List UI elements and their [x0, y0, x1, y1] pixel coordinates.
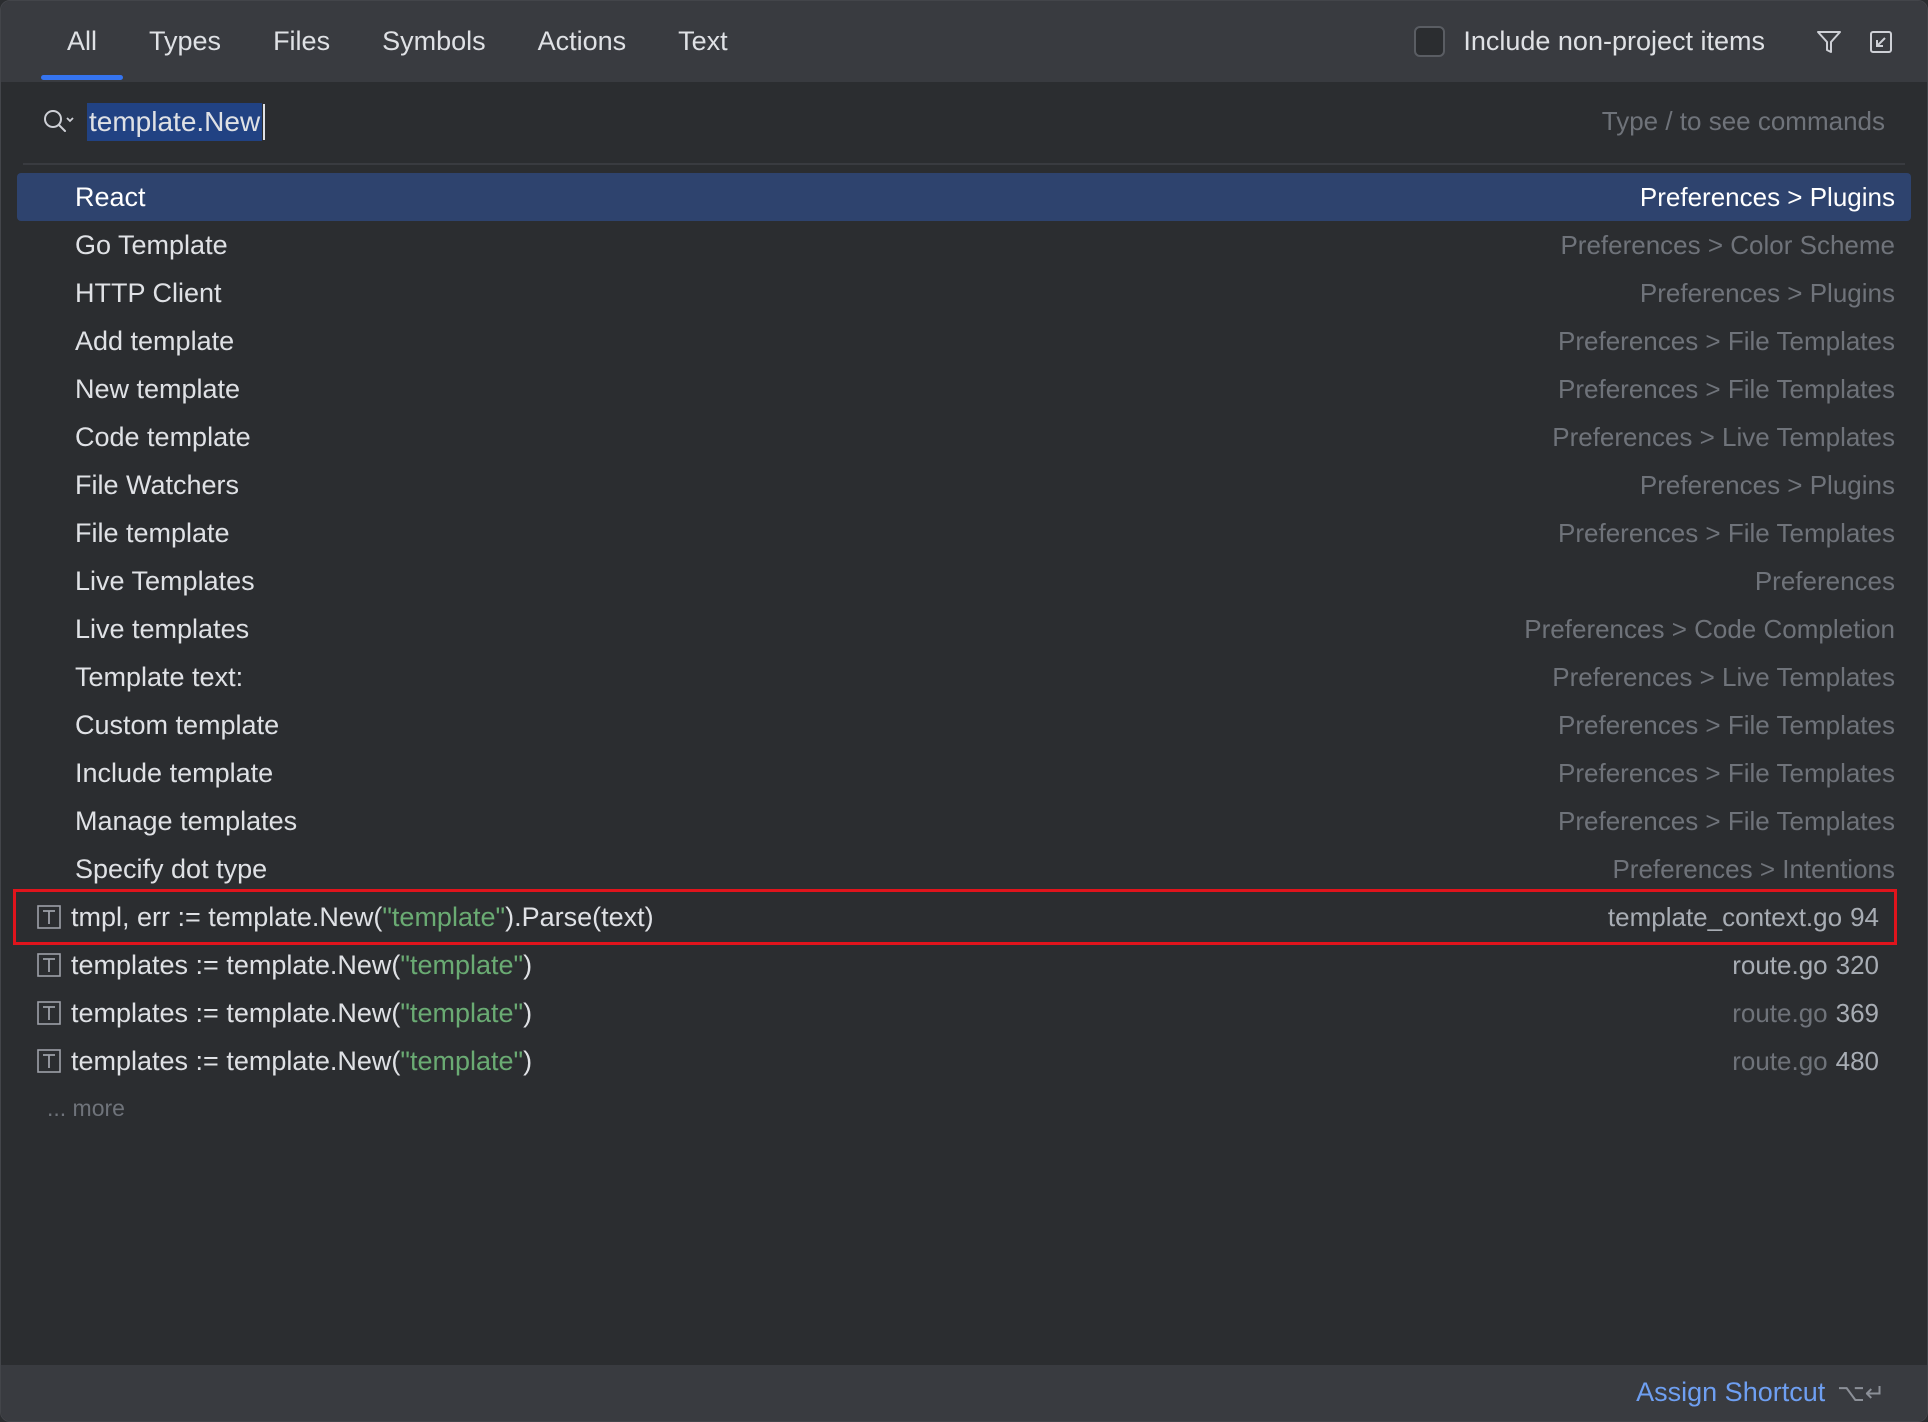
tabbar-tools: Include non-project items — [1414, 1, 1899, 82]
result-path: Preferences > Code Completion — [1524, 613, 1895, 644]
code-snippet: templates := template.New("template") — [71, 1045, 533, 1076]
result-title: File template — [75, 517, 230, 548]
file-location: route.go 320 — [1732, 949, 1879, 980]
result-row[interactable]: Live Templates Preferences — [1, 557, 1927, 605]
result-row[interactable]: Code template Preferences > Live Templat… — [1, 413, 1927, 461]
tab-text[interactable]: Text — [652, 1, 754, 82]
tab-types[interactable]: Types — [123, 1, 247, 82]
popup-footer: Assign Shortcut ⌥↵ — [1, 1365, 1927, 1421]
result-title: New template — [75, 373, 241, 404]
result-title: Custom template — [75, 709, 280, 740]
search-everywhere-popup: All Types Files Symbols Actions Text Inc… — [0, 0, 1928, 1422]
result-path: Preferences > File Templates — [1558, 325, 1895, 356]
result-path: Preferences > Plugins — [1639, 469, 1895, 500]
result-row[interactable]: Manage templates Preferences > File Temp… — [1, 797, 1927, 845]
result-path: Preferences > File Templates — [1558, 805, 1895, 836]
tab-all[interactable]: All — [41, 1, 124, 82]
search-hint: Type / to see commands — [1601, 106, 1885, 136]
text-result-row[interactable]: templates := template.New("template") ro… — [1, 941, 1927, 989]
result-row[interactable]: Template text: Preferences > Live Templa… — [1, 653, 1927, 701]
result-title: File Watchers — [75, 469, 240, 500]
result-path: Preferences > File Templates — [1558, 757, 1895, 788]
search-icon[interactable] — [41, 107, 77, 137]
tab-actions[interactable]: Actions — [512, 1, 653, 82]
result-row[interactable]: File Watchers Preferences > Plugins — [1, 461, 1927, 509]
result-row[interactable]: File template Preferences > File Templat… — [1, 509, 1927, 557]
result-path: Preferences > File Templates — [1558, 373, 1895, 404]
result-row[interactable]: Go Template Preferences > Color Scheme — [1, 221, 1927, 269]
result-title: Code template — [75, 421, 251, 452]
result-title: Go Template — [75, 229, 228, 260]
assign-shortcut-keys: ⌥↵ — [1837, 1378, 1885, 1407]
search-divider — [23, 163, 1905, 165]
result-path: Preferences > Plugins — [1639, 181, 1895, 212]
more-results-link[interactable]: ... more — [47, 1095, 125, 1122]
text-file-icon — [37, 1001, 61, 1025]
open-in-window-icon[interactable] — [1863, 24, 1899, 60]
result-row[interactable]: Specify dot type Preferences > Intention… — [1, 845, 1927, 893]
result-row[interactable]: Include template Preferences > File Temp… — [1, 749, 1927, 797]
result-row[interactable]: React Preferences > Plugins — [17, 173, 1911, 221]
result-row[interactable]: Live templates Preferences > Code Comple… — [1, 605, 1927, 653]
result-title: Include template — [75, 757, 274, 788]
result-title: Manage templates — [75, 805, 298, 836]
result-path: Preferences — [1754, 565, 1895, 596]
include-non-project-label[interactable]: Include non-project items — [1463, 26, 1765, 57]
text-caret — [263, 104, 266, 140]
result-path: Preferences > Live Templates — [1552, 661, 1895, 692]
code-snippet: tmpl, err := template.New("template").Pa… — [71, 901, 654, 932]
result-row[interactable]: New template Preferences > File Template… — [1, 365, 1927, 413]
text-file-icon — [37, 905, 61, 929]
text-result-row[interactable]: templates := template.New("template") ro… — [1, 989, 1927, 1037]
result-path: Preferences > File Templates — [1558, 517, 1895, 548]
result-title: Live Templates — [75, 565, 255, 596]
tab-symbols[interactable]: Symbols — [356, 1, 512, 82]
text-file-icon — [37, 953, 61, 977]
assign-shortcut: Assign Shortcut ⌥↵ — [1636, 1377, 1885, 1408]
assign-shortcut-link[interactable]: Assign Shortcut — [1636, 1377, 1825, 1408]
result-title: React — [75, 181, 146, 212]
result-path: Preferences > File Templates — [1558, 709, 1895, 740]
result-row[interactable]: Add template Preferences > File Template… — [1, 317, 1927, 365]
result-title: Add template — [75, 325, 235, 356]
filter-icon[interactable] — [1811, 24, 1847, 60]
file-location: route.go 369 — [1732, 997, 1879, 1028]
result-title: Specify dot type — [75, 853, 268, 884]
text-result-row[interactable]: templates := template.New("template") ro… — [1, 1037, 1927, 1085]
results-list: React Preferences > Plugins Go Template … — [1, 173, 1927, 1085]
search-query[interactable]: template.New — [87, 103, 263, 141]
file-location: route.go 480 — [1732, 1045, 1879, 1076]
result-title: Live templates — [75, 613, 250, 644]
scope-tabs: All Types Files Symbols Actions Text — [41, 1, 754, 82]
tab-bar: All Types Files Symbols Actions Text Inc… — [1, 1, 1927, 82]
result-path: Preferences > Color Scheme — [1560, 229, 1895, 260]
search-input[interactable]: template.New — [87, 99, 266, 145]
file-location: template_context.go 94 — [1607, 901, 1879, 932]
result-path: Preferences > Intentions — [1612, 853, 1895, 884]
result-title: HTTP Client — [75, 277, 222, 308]
result-row[interactable]: Custom template Preferences > File Templ… — [1, 701, 1927, 749]
result-path: Preferences > Live Templates — [1552, 421, 1895, 452]
result-path: Preferences > Plugins — [1639, 277, 1895, 308]
tab-files[interactable]: Files — [247, 1, 356, 82]
text-result-row[interactable]: tmpl, err := template.New("template").Pa… — [1, 893, 1927, 941]
result-row[interactable]: HTTP Client Preferences > Plugins — [1, 269, 1927, 317]
text-file-icon — [37, 1049, 61, 1073]
result-title: Template text: — [75, 661, 244, 692]
code-snippet: templates := template.New("template") — [71, 949, 533, 980]
include-non-project-checkbox[interactable] — [1414, 26, 1446, 57]
code-snippet: templates := template.New("template") — [71, 997, 533, 1028]
